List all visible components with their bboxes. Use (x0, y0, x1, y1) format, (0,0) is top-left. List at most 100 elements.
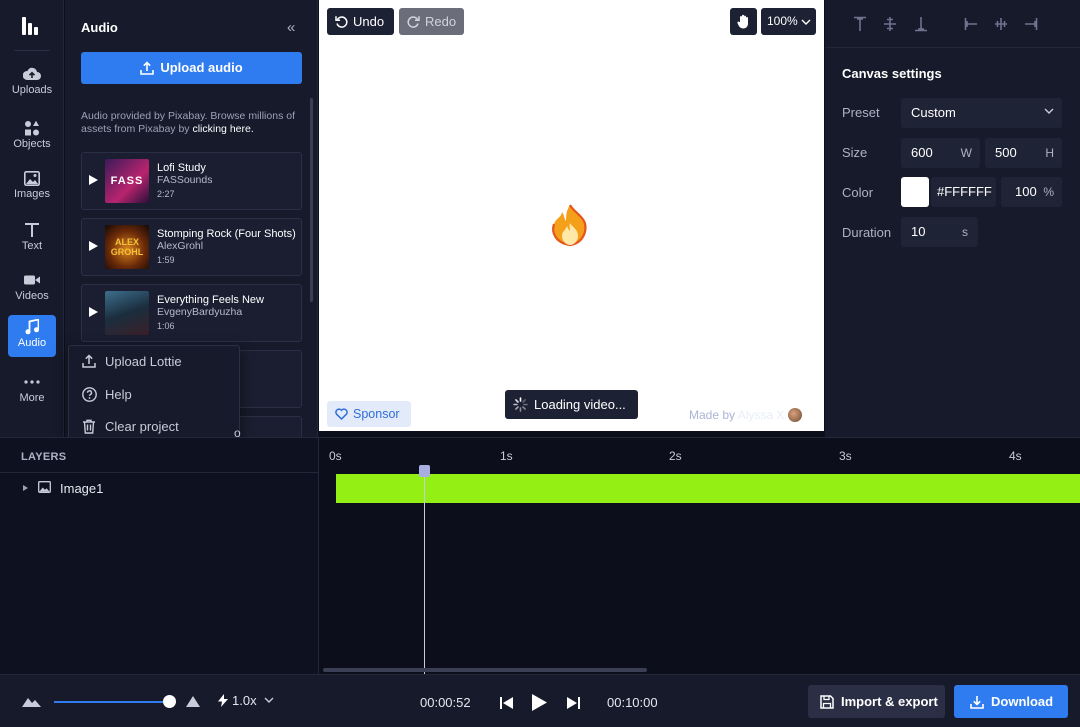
undo-label: Undo (353, 14, 385, 29)
rail-item-audio[interactable]: Audio (8, 315, 56, 357)
playback-speed-select[interactable]: 1.0x (218, 693, 274, 708)
rail-label-images: Images (13, 188, 51, 200)
expand-icon[interactable] (23, 485, 28, 491)
author-avatar (788, 408, 803, 422)
width-unit: W (960, 146, 972, 160)
layers-divider (0, 472, 318, 473)
download-button[interactable]: Download (954, 685, 1068, 718)
track-artist: EvgenyBardyuzha (157, 306, 243, 318)
fire-emoji-object[interactable] (548, 203, 592, 252)
skip-forward-icon[interactable] (567, 697, 580, 709)
audio-track-item[interactable]: ALEX GROHL Stomping Rock (Four Shots) Al… (81, 218, 302, 276)
align-horizontal-center-icon[interactable] (994, 16, 1008, 32)
sponsor-button[interactable]: Sponsor (327, 401, 411, 427)
track-thumbnail: FASS (105, 159, 149, 203)
playhead-handle[interactable] (419, 465, 430, 477)
zoom-slider-knob[interactable] (163, 695, 176, 708)
chevron-down-icon (264, 697, 274, 703)
opacity-value: 100 (1015, 184, 1037, 199)
rail-label-text: Text (21, 240, 43, 252)
play-icon[interactable] (89, 241, 98, 251)
skip-back-icon[interactable] (500, 697, 513, 709)
shapes-icon (8, 118, 56, 138)
redo-button[interactable]: Redo (399, 8, 464, 35)
zoom-in-triangle-icon[interactable] (186, 696, 200, 707)
track-thumbnail (105, 291, 149, 335)
rail-label-more: More (19, 392, 45, 404)
made-by-label: Made by (689, 408, 738, 422)
pixabay-link[interactable]: clicking here. (192, 123, 253, 135)
duration-input[interactable]: 10 s (901, 217, 978, 247)
upload-audio-button[interactable]: Upload audio (81, 52, 302, 84)
layer-item[interactable]: Image1 (0, 476, 318, 500)
settings-panel: Canvas settings Preset Custom Size 600 W… (825, 0, 1080, 437)
made-by-credit[interactable]: Made by Alyssa X (689, 408, 803, 422)
text-icon (8, 220, 56, 240)
zoom-out-mountain-icon[interactable] (22, 696, 41, 707)
rail-item-text[interactable]: Text (8, 218, 56, 260)
menu-label: Clear project (105, 419, 179, 434)
color-hex-value: #FFFFFF (937, 184, 992, 199)
thumbnail-text: FASS (110, 175, 144, 187)
rail-divider (14, 50, 50, 51)
align-toolbar (825, 0, 1080, 48)
play-icon[interactable] (531, 693, 548, 712)
track-duration: 2:27 (157, 189, 175, 199)
import-export-button[interactable]: Import & export (808, 685, 945, 718)
align-right-icon[interactable] (1024, 16, 1038, 32)
color-label: Color (842, 185, 874, 200)
color-swatch[interactable] (901, 177, 929, 207)
track-duration: 1:59 (157, 255, 175, 265)
help-circle-icon (82, 387, 97, 402)
thumbnail-text: ALEX GROHL (110, 237, 144, 257)
rail-item-more[interactable]: More (8, 370, 56, 412)
rail-item-objects[interactable]: Objects (8, 116, 56, 158)
rail-label-videos: Videos (15, 290, 49, 302)
upload-audio-label: Upload audio (160, 60, 243, 75)
rail-item-images[interactable]: Images (8, 166, 56, 208)
image-icon (8, 168, 56, 188)
layer-clip-bar[interactable] (336, 474, 1080, 503)
loading-video-toast: Loading video... (505, 390, 638, 419)
pan-hand-button[interactable] (730, 8, 757, 35)
cloud-upload-icon (8, 64, 56, 84)
align-vertical-center-icon[interactable] (883, 16, 897, 32)
panel-title: Audio (81, 20, 118, 35)
play-icon[interactable] (89, 175, 98, 185)
import-export-label: Import & export (841, 694, 938, 709)
preset-select[interactable]: Custom (901, 98, 1062, 128)
width-input[interactable]: 600 W (901, 138, 980, 168)
rail-item-uploads[interactable]: Uploads (8, 62, 56, 104)
layers-header: LAYERS (21, 451, 67, 463)
opacity-input[interactable]: 100 % (1001, 177, 1062, 207)
timeline-scrollbar[interactable] (323, 668, 647, 672)
play-icon[interactable] (89, 307, 98, 317)
align-top-icon[interactable] (853, 16, 867, 32)
collapse-panel-icon[interactable]: « (287, 19, 295, 36)
audio-track-item[interactable]: Everything Feels New EvgenyBardyuzha 1:0… (81, 284, 302, 342)
height-input[interactable]: 500 H (985, 138, 1062, 168)
layers-panel: LAYERS Image1 (0, 437, 319, 674)
undo-button[interactable]: Undo (327, 8, 394, 35)
rail-label-audio: Audio (17, 337, 47, 349)
playhead-line (424, 466, 425, 675)
preset-label: Preset (842, 105, 880, 120)
align-bottom-icon[interactable] (914, 16, 928, 32)
timeline[interactable]: 0s 1s 2s 3s 4s (319, 437, 1080, 675)
menu-label: Upload Lottie (105, 354, 182, 369)
audio-track-item[interactable]: FASS Lofi Study FASSounds 2:27 (81, 152, 302, 210)
rail-item-videos[interactable]: Videos (8, 268, 56, 310)
panel-scrollbar[interactable] (310, 98, 313, 302)
music-note-icon (8, 317, 56, 337)
align-left-icon[interactable] (964, 16, 978, 32)
track-name: Lofi Study (157, 162, 206, 174)
redo-label: Redo (425, 14, 457, 29)
zoom-select[interactable]: 100% (761, 8, 816, 35)
track-duration: 1:06 (157, 321, 175, 331)
preset-value: Custom (911, 105, 956, 120)
track-name: Stomping Rock (Four Shots) (157, 228, 296, 240)
color-hex-input[interactable]: #FFFFFF (931, 177, 996, 207)
timeline-zoom-slider[interactable] (54, 701, 169, 703)
app-logo-icon[interactable] (22, 17, 42, 35)
current-time: 00:00:52 (420, 695, 471, 710)
